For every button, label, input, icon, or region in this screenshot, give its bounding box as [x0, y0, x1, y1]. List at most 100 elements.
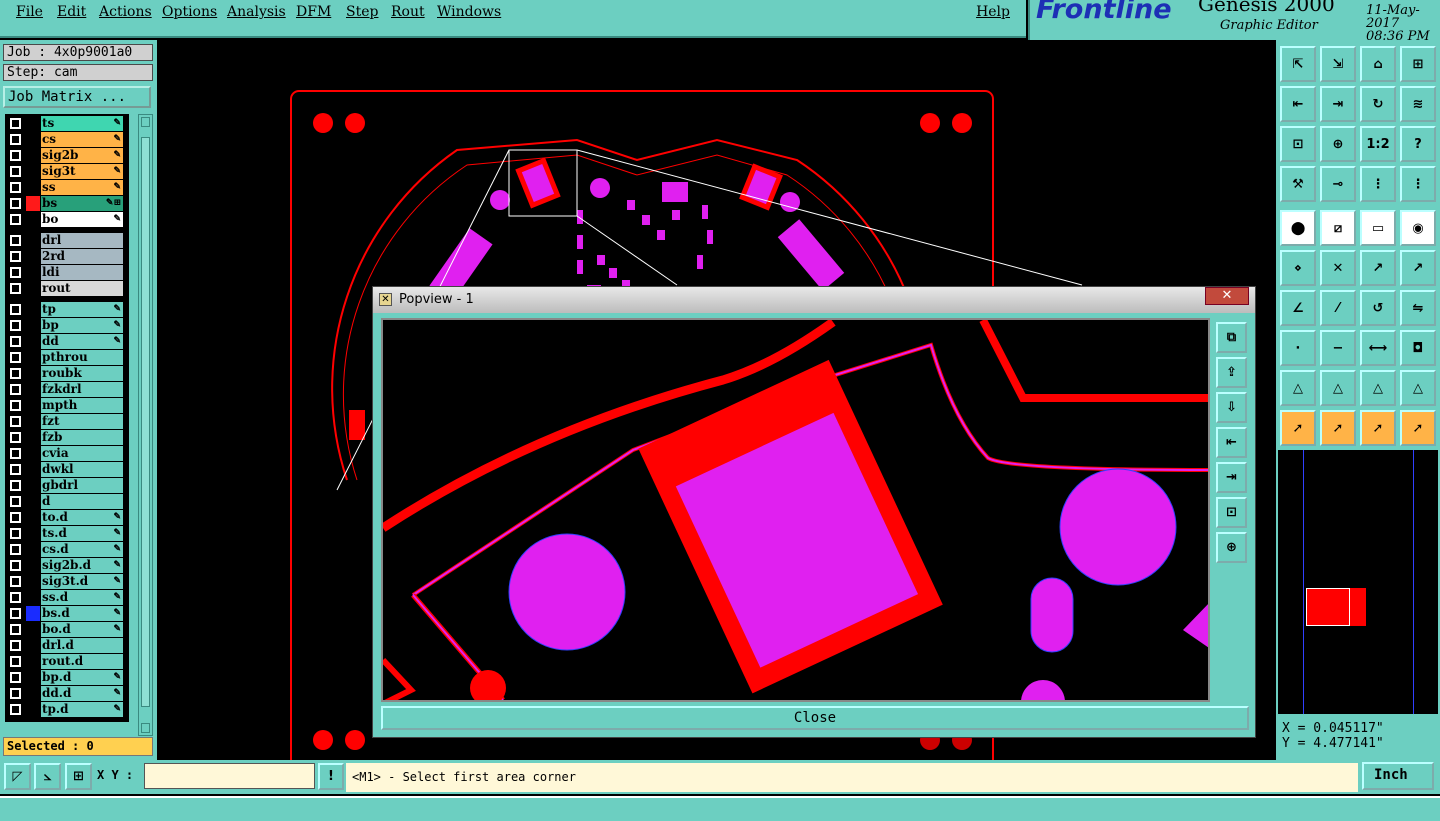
- layer-name[interactable]: ldi: [41, 265, 123, 280]
- triangle3-icon[interactable]: △: [1360, 370, 1396, 406]
- layer-color-swatch[interactable]: [26, 686, 40, 701]
- layer-checkbox[interactable]: [10, 368, 21, 379]
- layer-color-swatch[interactable]: [26, 622, 40, 637]
- layer-row[interactable]: fzb: [5, 430, 129, 445]
- layer-name[interactable]: sig3t ✎: [41, 164, 123, 179]
- layer-checkbox[interactable]: [10, 198, 21, 209]
- menu-dfm[interactable]: DFM: [296, 4, 331, 20]
- slash-icon[interactable]: ⁄: [1320, 290, 1356, 326]
- layer-color-swatch[interactable]: [26, 132, 40, 147]
- ruler-icon[interactable]: ▭: [1360, 210, 1396, 246]
- menu-help[interactable]: Help: [976, 4, 1010, 20]
- layer-name[interactable]: d: [41, 494, 123, 509]
- layer-checkbox[interactable]: [10, 400, 21, 411]
- layer-row[interactable]: dwkl: [5, 462, 129, 477]
- layer-row[interactable]: cvia: [5, 446, 129, 461]
- layer-row[interactable]: dd ✎: [5, 334, 129, 349]
- layer-name[interactable]: rout: [41, 281, 123, 296]
- close-button[interactable]: Close: [381, 706, 1249, 730]
- layer-name[interactable]: sig2b.d ✎: [41, 558, 123, 573]
- layer-row[interactable]: bs.d ✎: [5, 606, 129, 621]
- alert-button[interactable]: !: [318, 763, 344, 790]
- layer-checkbox[interactable]: [10, 688, 21, 699]
- layer-color-swatch[interactable]: [26, 398, 40, 413]
- layer-color-swatch[interactable]: [26, 180, 40, 195]
- layer-color-swatch[interactable]: [26, 702, 40, 717]
- arrows-icon[interactable]: ⟷: [1360, 330, 1396, 366]
- close-icon[interactable]: ✕: [1205, 287, 1249, 305]
- layer-checkbox[interactable]: [10, 352, 21, 363]
- layer-scrollbar[interactable]: [138, 114, 153, 736]
- mirror-icon[interactable]: ⇋: [1400, 290, 1436, 326]
- layer-row[interactable]: bp ✎: [5, 318, 129, 333]
- layer-name[interactable]: sig2b ✎: [41, 148, 123, 163]
- layer-name[interactable]: drl.d: [41, 638, 123, 653]
- layer-name[interactable]: bp.d ✎: [41, 670, 123, 685]
- layer-checkbox[interactable]: [10, 656, 21, 667]
- layer-checkbox[interactable]: [10, 283, 21, 294]
- triangle4-icon[interactable]: △: [1400, 370, 1436, 406]
- layer-checkbox[interactable]: [10, 512, 21, 523]
- layer-name[interactable]: to.d ✎: [41, 510, 123, 525]
- layer-color-swatch[interactable]: [26, 148, 40, 163]
- menu-edit[interactable]: Edit: [57, 4, 86, 20]
- layer-name[interactable]: cs.d ✎: [41, 542, 123, 557]
- layer-row[interactable]: mpth: [5, 398, 129, 413]
- layer-name[interactable]: bo ✎: [41, 212, 123, 227]
- layer-name[interactable]: ts.d ✎: [41, 526, 123, 541]
- menu-options[interactable]: Options: [162, 4, 217, 20]
- layer-checkbox[interactable]: [10, 336, 21, 347]
- layer-color-swatch[interactable]: [26, 638, 40, 653]
- layer-color-swatch[interactable]: [26, 366, 40, 381]
- layer-color-swatch[interactable]: [26, 446, 40, 461]
- layer-row[interactable]: to.d ✎: [5, 510, 129, 525]
- select-icon[interactable]: ⬤: [1280, 210, 1316, 246]
- layer-checkbox[interactable]: [10, 624, 21, 635]
- layer-color-swatch[interactable]: [26, 478, 40, 493]
- layer-color-swatch[interactable]: [26, 542, 40, 557]
- layer-row[interactable]: sig2b ✎: [5, 148, 129, 163]
- layer-row[interactable]: sig2b.d ✎: [5, 558, 129, 573]
- measure-icon[interactable]: ⚒: [1280, 166, 1316, 202]
- menu-file[interactable]: File: [16, 4, 43, 20]
- layer-name[interactable]: bs ✎⊞: [41, 196, 123, 211]
- circle-icon[interactable]: ◉: [1400, 210, 1436, 246]
- layer-checkbox[interactable]: [10, 150, 21, 161]
- layer-name[interactable]: drl: [41, 233, 123, 248]
- layer-color-swatch[interactable]: [26, 526, 40, 541]
- grid-icon[interactable]: ⊞: [1400, 46, 1436, 82]
- layer-color-swatch[interactable]: [26, 334, 40, 349]
- menu-rout[interactable]: Rout: [391, 4, 425, 20]
- layer-row[interactable]: bs ✎⊞: [5, 196, 129, 211]
- layer-checkbox[interactable]: [10, 320, 21, 331]
- layer-checkbox[interactable]: [10, 432, 21, 443]
- layer-row[interactable]: drl.d: [5, 638, 129, 653]
- layer-name[interactable]: tp ✎: [41, 302, 123, 317]
- layer-color-swatch[interactable]: [26, 558, 40, 573]
- layer-row[interactable]: dd.d ✎: [5, 686, 129, 701]
- popview-canvas[interactable]: [381, 318, 1210, 702]
- layer-checkbox[interactable]: [10, 496, 21, 507]
- angle-icon[interactable]: ∠: [1280, 290, 1316, 326]
- layer-row[interactable]: sig3t.d ✎: [5, 574, 129, 589]
- layer-row[interactable]: bo.d ✎: [5, 622, 129, 637]
- layer-color-swatch[interactable]: [26, 494, 40, 509]
- layer-checkbox[interactable]: [10, 448, 21, 459]
- layer-row[interactable]: ts.d ✎: [5, 526, 129, 541]
- layer-checkbox[interactable]: [10, 560, 21, 571]
- layer-checkbox[interactable]: [10, 416, 21, 427]
- triangle-icon[interactable]: △: [1280, 370, 1316, 406]
- layer-row[interactable]: rout.d: [5, 654, 129, 669]
- layer-color-swatch[interactable]: [26, 318, 40, 333]
- pointer-icon[interactable]: ➚: [1280, 410, 1316, 446]
- popview-left-icon[interactable]: ⇤: [1216, 427, 1247, 458]
- pointer3-icon[interactable]: ➚: [1360, 410, 1396, 446]
- layer-color-swatch[interactable]: [26, 414, 40, 429]
- popview-export-icon[interactable]: ⇪: [1216, 357, 1247, 388]
- layer-row[interactable]: ss.d ✎: [5, 590, 129, 605]
- help-icon[interactable]: ?: [1400, 126, 1436, 162]
- layer-color-swatch[interactable]: [26, 196, 40, 211]
- overview-viewport[interactable]: [1306, 588, 1350, 626]
- layer-color-swatch[interactable]: [26, 281, 40, 296]
- layer-row[interactable]: tp ✎: [5, 302, 129, 317]
